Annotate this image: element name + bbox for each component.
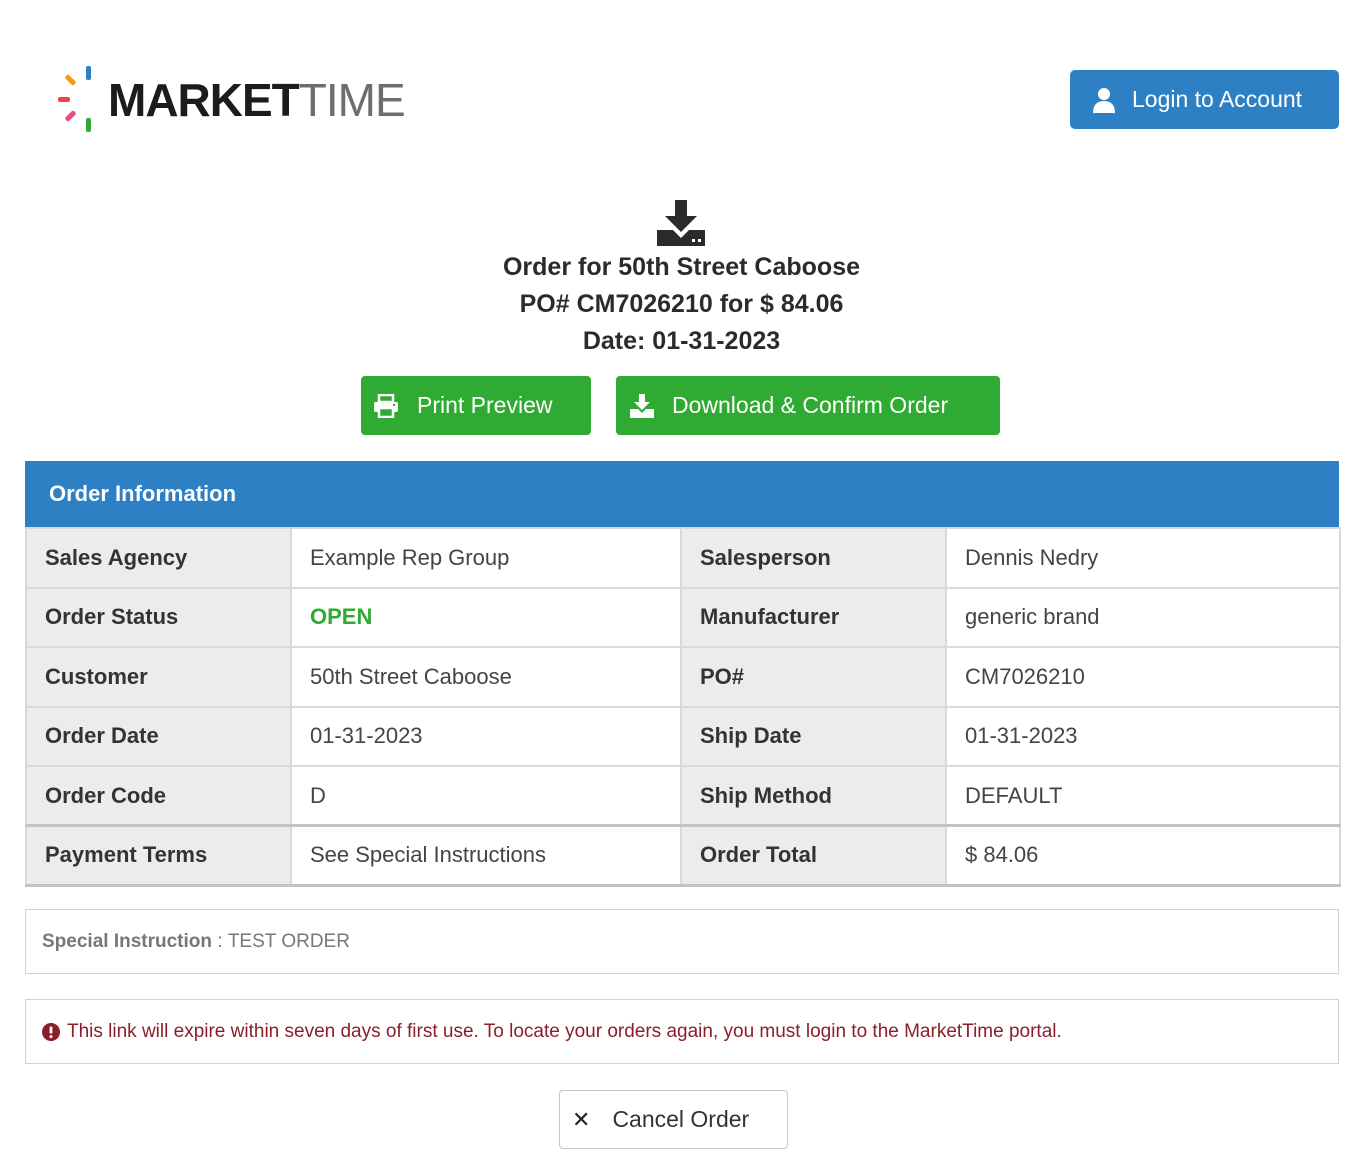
order-page: MARKETTIME Login to Account Order for 50… <box>0 0 1363 1173</box>
expiry-notice-text: This link will expire within seven days … <box>67 1020 1062 1042</box>
print-icon <box>374 393 398 418</box>
field-value: CM7026210 <box>945 646 1341 708</box>
table-row: Order Date 01-31-2023 Ship Date 01-31-20… <box>25 705 1341 767</box>
expiry-notice-box: This link will expire within seven days … <box>25 999 1339 1064</box>
login-button[interactable]: Login to Account <box>1070 70 1339 129</box>
login-button-label: Login to Account <box>1132 86 1303 112</box>
order-information-heading: Order Information <box>25 461 1339 527</box>
table-row: Payment Terms See Special Instructions O… <box>25 824 1341 887</box>
table-row: Customer 50th Street Caboose PO# CM70262… <box>25 646 1341 708</box>
logo-text-light: TIME <box>298 74 406 126</box>
print-preview-button[interactable]: Print Preview <box>361 376 591 435</box>
field-label: Order Date <box>25 705 292 767</box>
download-confirm-button[interactable]: Download & Confirm Order <box>616 376 1000 435</box>
table-row: Order Code D Ship Method DEFAULT <box>25 765 1341 827</box>
user-icon <box>1093 87 1115 113</box>
cancel-order-label: Cancel Order <box>612 1106 750 1132</box>
order-po-line: PO# CM7026210 for $ 84.06 <box>519 290 844 318</box>
special-instruction-text: TEST ORDER <box>227 930 350 952</box>
download-confirm-label: Download & Confirm Order <box>672 392 949 418</box>
download-small-icon <box>630 393 654 418</box>
field-value: See Special Instructions <box>290 824 682 887</box>
logo-text-bold: MARKET <box>108 74 300 126</box>
field-value: Dennis Nedry <box>945 527 1341 589</box>
field-label: Manufacturer <box>680 586 947 648</box>
field-value: generic brand <box>945 586 1341 648</box>
field-value: $ 84.06 <box>945 824 1341 887</box>
field-value: Example Rep Group <box>290 527 682 589</box>
special-instruction-separator: : <box>211 930 228 952</box>
field-label: Sales Agency <box>25 527 292 589</box>
close-icon: ✕ <box>572 1106 591 1132</box>
field-value: 01-31-2023 <box>290 705 682 767</box>
field-value: 50th Street Caboose <box>290 646 682 708</box>
table-row: Sales Agency Example Rep Group Salespers… <box>25 527 1341 589</box>
logo-wordmark: MARKETTIME <box>108 74 406 126</box>
exclamation-circle-icon <box>42 1022 60 1041</box>
field-label: Ship Date <box>680 705 947 767</box>
field-label: Ship Method <box>680 765 947 827</box>
field-label: PO# <box>680 646 947 708</box>
order-title: Order for 50th Street Caboose <box>502 253 861 281</box>
field-label: Order Total <box>680 824 947 887</box>
cancel-order-button[interactable]: ✕ Cancel Order <box>559 1090 788 1149</box>
markettime-logo: MARKETTIME <box>58 64 406 136</box>
field-label: Order Code <box>25 765 292 827</box>
field-value: 01-31-2023 <box>945 705 1341 767</box>
order-status-badge: OPEN <box>290 586 682 648</box>
order-information-table: Sales Agency Example Rep Group Salespers… <box>25 527 1341 887</box>
special-instruction-label: Special Instruction <box>42 930 212 952</box>
download-icon <box>657 200 705 246</box>
field-value: D <box>290 765 682 827</box>
print-preview-label: Print Preview <box>417 392 553 418</box>
field-label: Customer <box>25 646 292 708</box>
field-label: Order Status <box>25 586 292 648</box>
field-value: DEFAULT <box>945 765 1341 827</box>
table-row: Order Status OPEN Manufacturer generic b… <box>25 586 1341 648</box>
logo-mark-icon <box>58 64 100 136</box>
order-information-panel: Order Information Sales Agency Example R… <box>25 461 1341 887</box>
special-instruction-box: Special Instruction : TEST ORDER <box>25 909 1339 974</box>
field-label: Salesperson <box>680 527 947 589</box>
field-label: Payment Terms <box>25 824 292 887</box>
order-date-line: Date: 01-31-2023 <box>582 327 781 355</box>
